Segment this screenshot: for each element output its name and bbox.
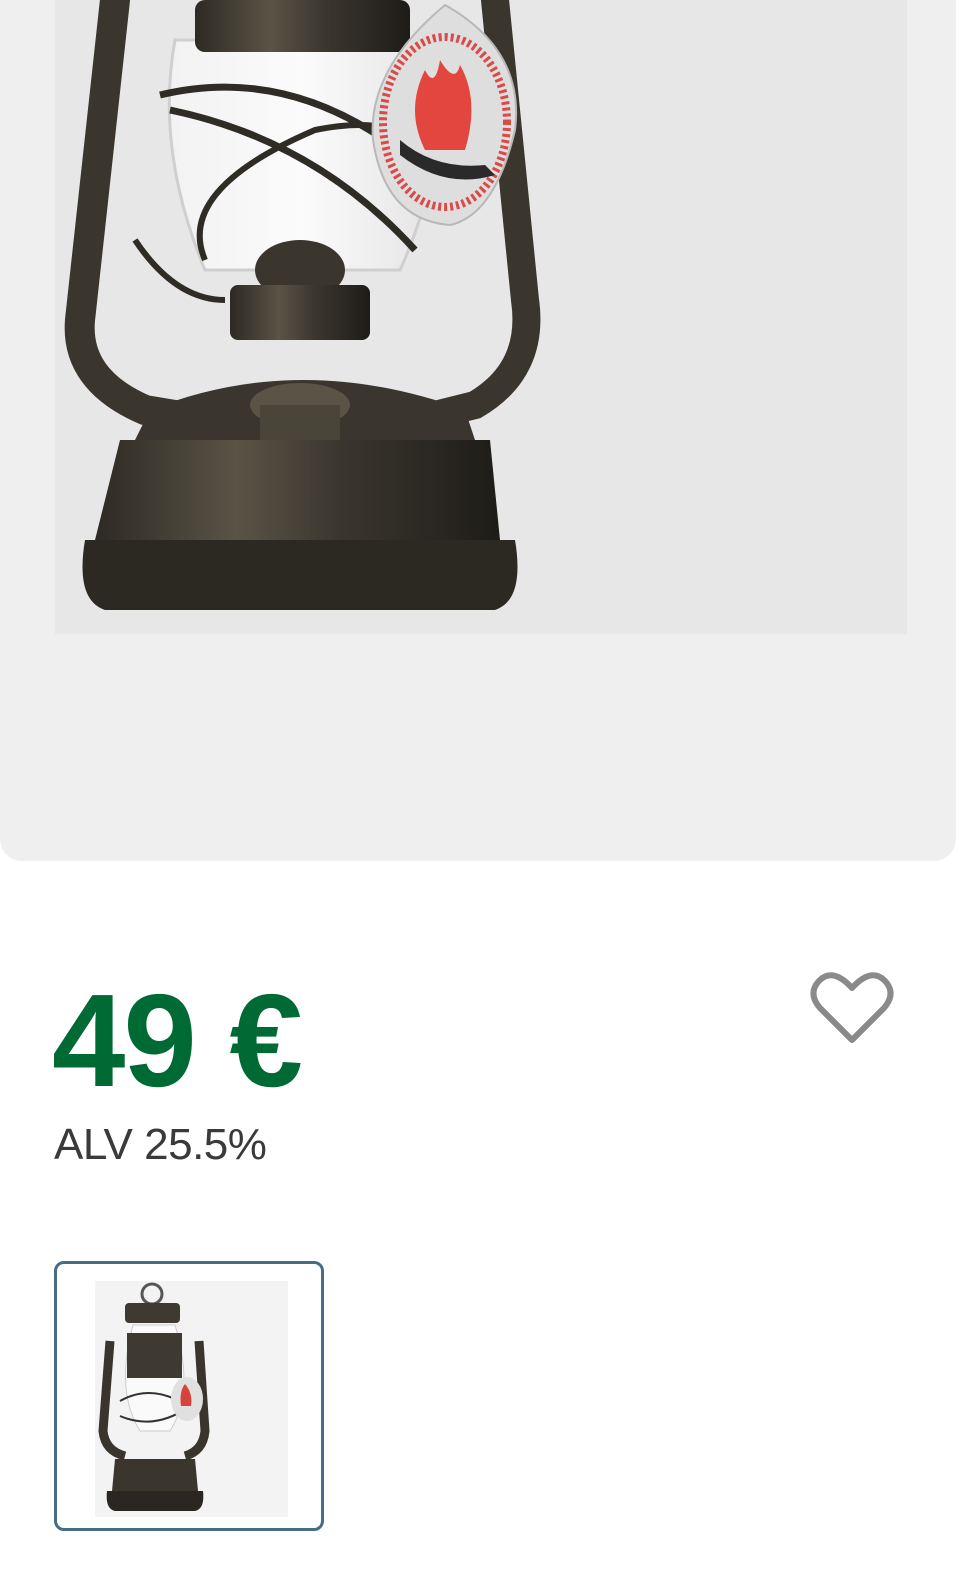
thumbnail-selected[interactable]: [54, 1261, 324, 1531]
lantern-product-photo: [55, 0, 907, 634]
lantern-thumbnail: [95, 1281, 288, 1517]
product-price: 49 €: [52, 967, 303, 1114]
favorite-button[interactable]: [810, 968, 894, 1046]
vat-label: ALV 25.5%: [54, 1120, 267, 1169]
heart-outline-icon: [810, 972, 894, 1043]
product-image-gallery[interactable]: [0, 0, 956, 861]
